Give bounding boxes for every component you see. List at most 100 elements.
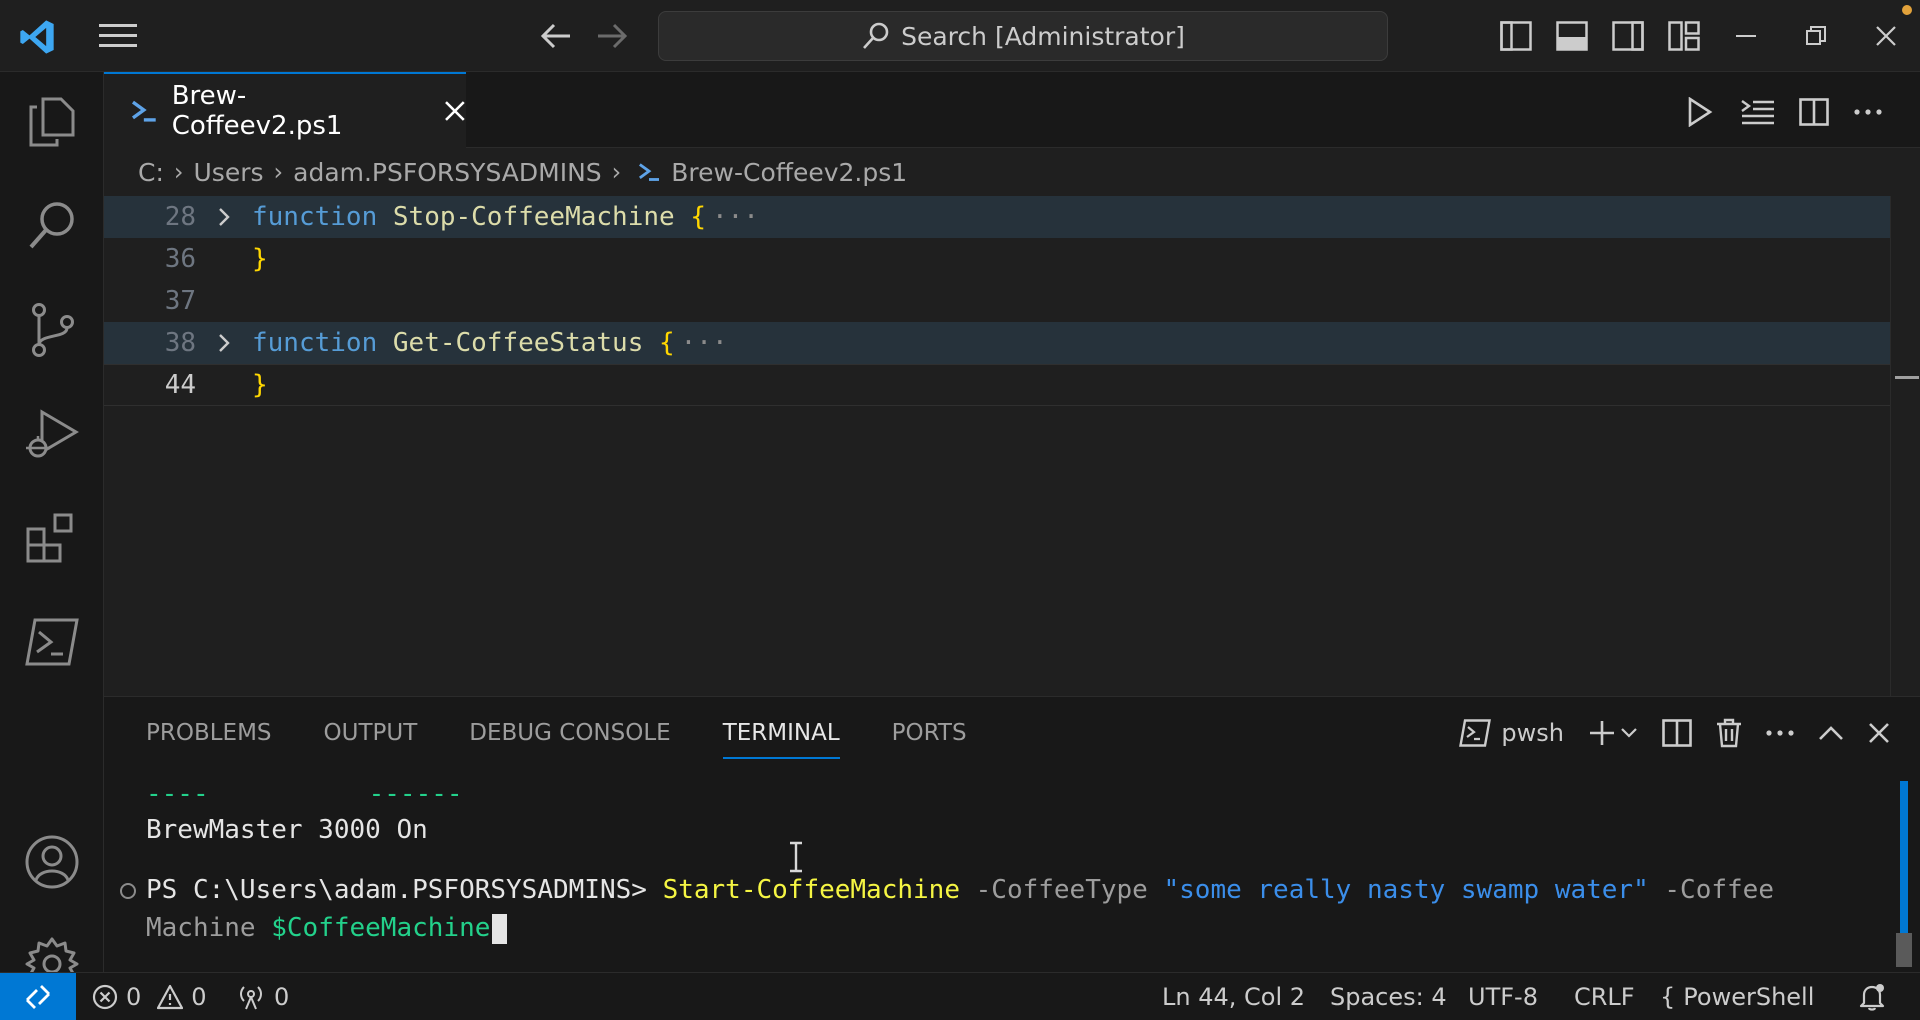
fold-chevron-right-icon[interactable]: [196, 333, 252, 353]
activity-bar: [0, 72, 104, 991]
editor-overview-ruler[interactable]: [1890, 196, 1920, 696]
brace: {: [659, 328, 675, 358]
fold-chevron-right-icon[interactable]: [196, 207, 252, 227]
toggle-panel-icon[interactable]: [1552, 16, 1592, 56]
editor-tab-strip: Brew-Coffeev2.ps1: [104, 72, 1920, 148]
terminal-output[interactable]: ---- ------ BrewMaster 3000 On PS C:\User…: [104, 769, 1884, 973]
code-line[interactable]: 38 function Get-CoffeeStatus {···: [104, 322, 1890, 364]
trash-icon[interactable]: [1716, 718, 1742, 748]
language-label: PowerShell: [1683, 983, 1815, 1011]
terminal-shell-selector[interactable]: pwsh: [1459, 719, 1564, 747]
code-editor[interactable]: 28 function Stop-CoffeeMachine {··· 36 }…: [104, 196, 1920, 696]
problems-status[interactable]: 0 0: [92, 973, 207, 1020]
tab-output[interactable]: OUTPUT: [324, 697, 418, 769]
tab-debug-console[interactable]: DEBUG CONSOLE: [469, 697, 670, 769]
code-line-current[interactable]: 44 }: [104, 364, 1890, 406]
chevron-right-icon: ›: [273, 158, 284, 186]
encoding-status[interactable]: UTF-8: [1468, 973, 1538, 1020]
notifications-bell-icon[interactable]: [1858, 973, 1886, 1020]
more-actions-icon[interactable]: [1848, 92, 1888, 132]
search-icon[interactable]: [0, 176, 104, 276]
restore-window-icon[interactable]: [1796, 16, 1836, 56]
remote-indicator[interactable]: [0, 973, 76, 1020]
powershell-file-icon: [639, 163, 660, 181]
menu-icon[interactable]: [96, 16, 140, 56]
remote-icon: [26, 985, 50, 1009]
panel-actions: pwsh: [1459, 697, 1890, 769]
chevron-right-icon: ›: [173, 158, 184, 186]
terminal-command-line: PS C:\Users\adam.PSFORSYSADMINS> Start-C…: [146, 875, 1774, 905]
breadcrumb-user-folder[interactable]: adam.PSFORSYSADMINS: [293, 158, 602, 187]
terminal-output-line: BrewMaster 3000 On: [146, 815, 428, 845]
back-arrow-icon[interactable]: [534, 16, 578, 56]
terminal-icon: [1459, 719, 1492, 747]
powershell-file-icon: [131, 100, 156, 122]
function-name: Get-CoffeeStatus: [392, 328, 644, 358]
line-number: 28: [164, 202, 196, 232]
language-mode[interactable]: { PowerShell: [1660, 973, 1814, 1020]
tab-problems[interactable]: PROBLEMS: [146, 697, 272, 769]
eol-status[interactable]: CRLF: [1574, 973, 1635, 1020]
code-line[interactable]: 37: [104, 280, 1890, 322]
error-icon: [92, 984, 118, 1010]
breadcrumb-file[interactable]: Brew-Coffeev2.ps1: [671, 158, 907, 187]
line-number: 37: [164, 286, 196, 316]
forward-arrow-icon[interactable]: [590, 16, 634, 56]
line-number: 44: [164, 370, 196, 400]
breadcrumb-drive[interactable]: C:: [138, 158, 164, 187]
indentation-status[interactable]: Spaces: 4: [1330, 973, 1447, 1020]
tab-ports[interactable]: PORTS: [892, 697, 967, 769]
tab-filename: Brew-Coffeev2.ps1: [171, 81, 343, 141]
ports-count: 0: [274, 983, 290, 1011]
editor-tab-brew-coffee[interactable]: Brew-Coffeev2.ps1: [104, 72, 466, 148]
code-line[interactable]: 36 }: [104, 238, 1890, 280]
terminal-scroll-thumb[interactable]: [1896, 933, 1912, 967]
chevron-down-icon[interactable]: [1620, 727, 1638, 739]
close-tab-icon[interactable]: [444, 100, 466, 122]
ports-status[interactable]: 0: [236, 973, 289, 1020]
error-count: 0: [126, 983, 142, 1011]
powershell-icon[interactable]: [0, 592, 104, 692]
broadcast-icon: [240, 986, 262, 1010]
shell-name: pwsh: [1501, 719, 1564, 747]
run-icon[interactable]: [1680, 92, 1720, 132]
code-line[interactable]: 28 function Stop-CoffeeMachine {···: [104, 196, 1890, 238]
split-terminal-icon[interactable]: [1662, 719, 1692, 747]
close-window-icon[interactable]: [1866, 16, 1906, 56]
vscode-logo-icon: [14, 14, 60, 60]
source-control-icon[interactable]: [0, 280, 104, 380]
close-panel-icon[interactable]: [1868, 722, 1890, 744]
search-label: Search [Administrator]: [901, 21, 1185, 51]
tab-terminal[interactable]: TERMINAL: [722, 697, 840, 769]
search-icon: [863, 22, 889, 49]
minimize-window-icon[interactable]: [1726, 16, 1766, 56]
maximize-panel-chevron-up-icon[interactable]: [1818, 725, 1844, 741]
keyword: function: [252, 328, 378, 358]
extensions-icon[interactable]: [0, 488, 104, 588]
bottom-panel: PROBLEMS OUTPUT DEBUG CONSOLE TERMINAL P…: [104, 696, 1920, 972]
toggle-primary-sidebar-icon[interactable]: [1496, 16, 1536, 56]
split-editor-icon[interactable]: [1794, 92, 1834, 132]
accounts-icon[interactable]: [0, 812, 104, 912]
command-center-search[interactable]: Search [Administrator]: [658, 11, 1388, 61]
run-and-debug-icon[interactable]: [0, 384, 104, 484]
line-number: 38: [164, 328, 196, 358]
folded-ellipsis[interactable]: ···: [681, 328, 728, 358]
keyword: function: [252, 202, 378, 232]
command-decoration-circle[interactable]: [120, 883, 136, 899]
chevron-right-icon: ›: [611, 158, 622, 186]
explorer-icon[interactable]: [0, 72, 104, 172]
status-bar: 0 0 0 Ln 44, Col 2 Spaces: 4 UTF-8 CRLF …: [0, 972, 1920, 1020]
new-terminal-plus-icon[interactable]: [1588, 719, 1638, 747]
terminal-cursor: [492, 913, 508, 944]
brace: }: [252, 370, 268, 400]
toggle-secondary-sidebar-icon[interactable]: [1608, 16, 1648, 56]
run-selection-icon[interactable]: [1736, 92, 1780, 132]
customize-layout-icon[interactable]: [1664, 16, 1704, 56]
folded-ellipsis[interactable]: ···: [712, 202, 759, 232]
more-actions-icon[interactable]: [1766, 730, 1794, 736]
terminal-command-wrap: Machine $CoffeeMachine: [146, 913, 508, 944]
breadcrumb-users[interactable]: Users: [194, 158, 264, 187]
breadcrumb: C: › Users › adam.PSFORSYSADMINS › Brew-…: [104, 148, 1920, 196]
cursor-position[interactable]: Ln 44, Col 2: [1162, 973, 1305, 1020]
